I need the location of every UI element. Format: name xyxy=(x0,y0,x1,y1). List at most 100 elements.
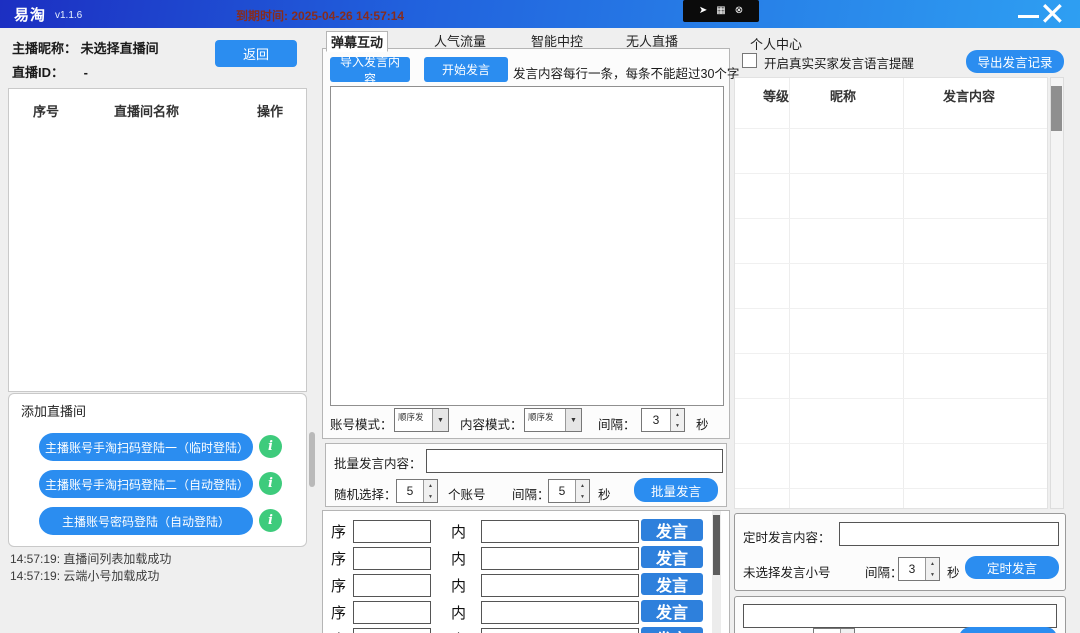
seq-input[interactable] xyxy=(353,601,431,624)
live-id-label: 直播ID： xyxy=(12,65,64,80)
content-input[interactable] xyxy=(481,628,639,633)
account-count-value xyxy=(814,629,840,633)
say-button[interactable]: 发言 xyxy=(641,573,703,595)
spin-down-icon[interactable]: ▼ xyxy=(424,491,437,502)
timed-speech-button[interactable]: 定时发言 xyxy=(965,556,1059,579)
app-version: v1.1.6 xyxy=(55,10,82,21)
chat-scrollbar[interactable] xyxy=(1050,77,1064,509)
spin-up-icon[interactable]: ▲ xyxy=(671,409,684,420)
random-count-spinner[interactable]: 5 ▲▼ xyxy=(396,479,438,503)
seq-label: 序 xyxy=(331,548,346,569)
timed-interval-label: 间隔： xyxy=(865,562,903,581)
batch-interval-spinner[interactable]: 5 ▲▼ xyxy=(548,479,590,503)
table-row-divider xyxy=(735,398,1047,399)
table-row-divider xyxy=(735,128,1047,129)
tab-smart-control[interactable]: 智能中控 xyxy=(527,31,587,49)
timed-speech-section: 定时发言内容： 未选择发言小号 间隔： 3 ▲▼ 秒 定时发言 xyxy=(734,513,1066,591)
spin-up-icon[interactable]: ▲ xyxy=(926,558,939,569)
content-label: 内 xyxy=(451,548,466,569)
batch-interval-unit: 秒 xyxy=(598,484,611,503)
content-mode-select[interactable]: 顺序发 ▼ xyxy=(524,408,582,432)
speech-content-textarea[interactable] xyxy=(330,86,724,406)
bottom-input[interactable] xyxy=(743,604,1057,628)
seq-input[interactable] xyxy=(353,520,431,543)
scrollbar-thumb[interactable] xyxy=(713,515,720,575)
log-line: 14:57:19: 直播间列表加载成功 xyxy=(10,550,171,567)
anchor-nickname-value: 未选择直播间 xyxy=(81,41,159,56)
manual-list-scrollbar[interactable] xyxy=(712,511,721,633)
close-button[interactable]: ✕ xyxy=(1039,0,1066,32)
say-button[interactable]: 发言 xyxy=(641,546,703,568)
login-password-button[interactable]: 主播账号密码登陆（自动登陆） xyxy=(39,507,253,535)
table-row-divider xyxy=(735,263,1047,264)
export-records-button[interactable]: 导出发言记录 xyxy=(966,50,1064,73)
expiry-value: 2025-04-26 14:57:14 xyxy=(291,9,404,23)
manual-speech-row: 序内发言 xyxy=(323,627,711,633)
chevron-down-icon[interactable]: ▼ xyxy=(432,409,448,431)
add-room-section: 添加直播间 主播账号手淘扫码登陆一（临时登陆） i 主播账号手淘扫码登陆二（自动… xyxy=(8,393,307,547)
account-mode-label: 账号模式： xyxy=(330,414,393,433)
seq-input[interactable] xyxy=(353,547,431,570)
info-icon[interactable]: i xyxy=(259,435,282,458)
say-button[interactable]: 发言 xyxy=(641,627,703,633)
info-icon[interactable]: i xyxy=(259,509,282,532)
bottom-action-button[interactable] xyxy=(959,627,1057,633)
login-scan-1-button[interactable]: 主播账号手淘扫码登陆一（临时登陆） xyxy=(39,433,253,461)
voice-reminder-checkbox[interactable] xyxy=(742,53,757,68)
interval-spinner[interactable]: 3 ▲▼ xyxy=(641,408,685,432)
say-button[interactable]: 发言 xyxy=(641,519,703,541)
anchor-nickname-label: 主播昵称： xyxy=(12,41,77,56)
stop-close-icon[interactable]: ⊗ xyxy=(735,6,743,16)
info-icon[interactable]: i xyxy=(259,472,282,495)
tab-personal-center[interactable]: 个人中心 xyxy=(750,34,802,53)
content-input[interactable] xyxy=(481,574,639,597)
manual-speech-row: 序 内 发言 xyxy=(323,519,711,543)
content-input[interactable] xyxy=(481,547,639,570)
say-button[interactable]: 发言 xyxy=(641,600,703,622)
batch-speech-button[interactable]: 批量发言 xyxy=(634,478,718,502)
content-mode-label: 内容模式： xyxy=(460,414,523,433)
content-input[interactable] xyxy=(481,601,639,624)
spin-up-icon[interactable]: ▲ xyxy=(576,480,589,491)
account-count-spinner[interactable]: ▲▼ xyxy=(813,628,855,633)
seq-label: 序 xyxy=(331,629,346,633)
login-scan-2-button[interactable]: 主播账号手淘扫码登陆二（自动登陆） xyxy=(39,470,253,498)
scrollbar-thumb[interactable] xyxy=(1051,86,1062,131)
account-mode-select[interactable]: 顺序发 ▼ xyxy=(394,408,449,432)
start-speech-button[interactable]: 开始发言 xyxy=(424,57,508,82)
seq-input[interactable] xyxy=(353,628,431,633)
chat-col-nickname: 昵称 xyxy=(830,86,856,105)
tab-unmanned-live[interactable]: 无人直播 xyxy=(622,31,682,49)
spin-up-icon[interactable]: ▲ xyxy=(424,480,437,491)
spin-down-icon[interactable]: ▼ xyxy=(671,420,684,431)
content-label: 内 xyxy=(451,521,466,542)
timed-content-input[interactable] xyxy=(839,522,1059,546)
card-icon[interactable]: ▦ xyxy=(716,6,725,16)
tab-danmu-interact[interactable]: 弹幕互动 xyxy=(326,31,388,52)
room-col-action: 操作 xyxy=(257,101,283,120)
table-row-divider xyxy=(735,218,1047,219)
back-button[interactable]: 返回 xyxy=(215,40,297,67)
seq-input[interactable] xyxy=(353,574,431,597)
spin-down-icon[interactable]: ▼ xyxy=(926,569,939,580)
spin-up-icon[interactable]: ▲ xyxy=(841,629,854,633)
spin-down-icon[interactable]: ▼ xyxy=(576,491,589,502)
chat-col-level: 等级 xyxy=(763,86,789,105)
seq-label: 序 xyxy=(331,521,346,542)
random-count-value: 5 xyxy=(397,480,423,502)
content-input[interactable] xyxy=(481,520,639,543)
minimize-button[interactable] xyxy=(1018,15,1039,18)
room-list-table: 序号 直播间名称 操作 xyxy=(8,88,307,392)
tab-popularity[interactable]: 人气流量 xyxy=(430,31,490,49)
bottom-section: 账号数量： ▲▼ 个 xyxy=(734,596,1066,633)
seq-label: 序 xyxy=(331,575,346,596)
random-unit: 个账号 xyxy=(448,484,486,503)
left-scrollbar[interactable] xyxy=(309,432,315,487)
cursor-icon[interactable]: ➤ xyxy=(699,6,707,16)
expiry-time: 到期时间: 2025-04-26 14:57:14 xyxy=(236,7,404,24)
import-speech-button[interactable]: 导入发言内容 xyxy=(330,57,410,82)
batch-content-input[interactable] xyxy=(426,449,723,473)
chevron-down-icon[interactable]: ▼ xyxy=(565,409,581,431)
batch-content-label: 批量发言内容： xyxy=(334,453,422,472)
timed-interval-spinner[interactable]: 3 ▲▼ xyxy=(898,557,940,581)
